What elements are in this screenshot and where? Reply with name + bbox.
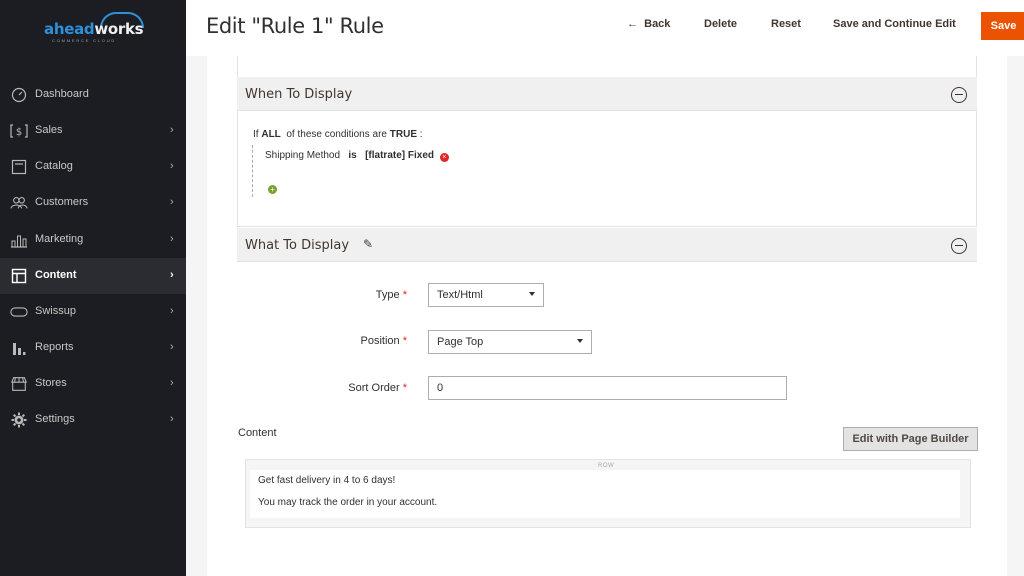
dashboard-icon (10, 86, 28, 104)
reset-button[interactable]: Reset (771, 18, 801, 30)
condition-indent-line (252, 145, 253, 197)
when-to-display-header[interactable]: When To Display (237, 77, 977, 111)
edit-with-page-builder-button[interactable]: Edit with Page Builder (843, 427, 978, 451)
position-label: Position * (360, 335, 407, 347)
chevron-right-icon: › (170, 233, 174, 245)
page-header: Edit "Rule 1" Rule ← Back Delete Reset S… (186, 0, 1024, 56)
remove-condition-icon[interactable]: × (439, 153, 449, 162)
sidebar-item-label: Sales (35, 124, 63, 136)
sidebar-item-content[interactable]: Content › (0, 258, 186, 294)
chevron-right-icon: › (170, 196, 174, 208)
chevron-right-icon: › (170, 305, 174, 317)
sort-order-input[interactable]: 0 (428, 376, 787, 400)
sidebar-item-label: Dashboard (35, 88, 89, 100)
sidebar-item-label: Swissup (35, 305, 76, 317)
delete-button[interactable]: Delete (704, 18, 737, 30)
content-line-1: Get fast delivery in 4 to 6 days! (258, 475, 396, 486)
save-continue-button[interactable]: Save and Continue Edit (833, 18, 956, 30)
chevron-right-icon: › (170, 341, 174, 353)
sidebar-item-stores[interactable]: Stores › (0, 366, 186, 402)
stores-icon (10, 375, 28, 393)
sidebar-item-settings[interactable]: Settings › (0, 402, 186, 438)
type-select[interactable]: Text/Html (428, 283, 544, 307)
sidebar-item-catalog[interactable]: Catalog › (0, 149, 186, 185)
catalog-icon (10, 158, 28, 176)
svg-text:$: $ (16, 127, 22, 138)
dollar-icon: $ (10, 122, 28, 140)
marketing-icon (10, 231, 28, 249)
previous-section-box (237, 56, 977, 78)
arrow-left-icon: ← (627, 18, 638, 30)
reports-icon (10, 339, 28, 357)
logo-subtitle: COMMERCE CLOUD (52, 38, 117, 43)
type-label: Type * (375, 289, 407, 301)
page-title: Edit "Rule 1" Rule (206, 14, 384, 38)
sidebar-item-reports[interactable]: Reports › (0, 330, 186, 366)
condition-rule: Shipping Method is [flatrate] Fixed × (265, 150, 449, 162)
gear-icon (10, 411, 28, 429)
swissup-icon (10, 303, 28, 321)
dropdown-arrow-icon (577, 339, 583, 343)
chevron-right-icon: › (170, 160, 174, 172)
conditions-statement: If ALL of these conditions are TRUE : (253, 129, 423, 140)
row-tag: ROW (598, 463, 615, 469)
conditions-box: If ALL of these conditions are TRUE : Sh… (237, 111, 977, 227)
what-to-display-header[interactable]: What To Display ✎ (237, 228, 977, 262)
dropdown-arrow-icon (529, 292, 535, 296)
condition-attribute: Shipping Method (265, 150, 341, 161)
chevron-right-icon: › (170, 413, 174, 425)
sidebar-item-customers[interactable]: Customers › (0, 185, 186, 221)
pencil-icon[interactable]: ✎ (363, 237, 373, 251)
sidebar-item-label: Marketing (35, 233, 84, 245)
logo[interactable]: aheadworks COMMERCE CLOUD (0, 0, 186, 58)
section-title: What To Display (245, 238, 350, 253)
sidebar-item-label: Settings (35, 413, 75, 425)
sort-order-label: Sort Order * (348, 382, 407, 394)
sidebar: aheadworks COMMERCE CLOUD Dashboard $ Sa… (0, 0, 186, 576)
collapse-icon[interactable] (951, 238, 967, 254)
sidebar-item-sales[interactable]: $ Sales › (0, 113, 186, 149)
sidebar-item-dashboard[interactable]: Dashboard (0, 77, 186, 113)
aggregator-toggle[interactable]: ALL (261, 129, 280, 140)
page-builder-preview[interactable]: ROW Get fast delivery in 4 to 6 days! Yo… (245, 459, 971, 528)
sidebar-item-label: Stores (35, 377, 67, 389)
customers-icon (10, 194, 28, 212)
save-button[interactable]: Save (981, 12, 1024, 40)
add-condition-icon[interactable]: + (268, 185, 277, 194)
main-content: When To Display If ALL of these conditio… (207, 56, 1007, 576)
page-builder-row[interactable]: Get fast delivery in 4 to 6 days! You ma… (250, 470, 960, 518)
position-select[interactable]: Page Top (428, 330, 592, 354)
sidebar-item-swissup[interactable]: Swissup › (0, 294, 186, 330)
condition-operator[interactable]: is (348, 150, 356, 161)
logo-text: aheadworks (44, 20, 144, 38)
sidebar-item-label: Reports (35, 341, 74, 353)
back-button[interactable]: ← Back (627, 18, 670, 30)
sidebar-item-marketing[interactable]: Marketing › (0, 222, 186, 258)
chevron-right-icon: › (170, 124, 174, 136)
chevron-right-icon: › (170, 269, 174, 281)
content-label: Content (238, 427, 277, 439)
value-toggle[interactable]: TRUE (390, 129, 417, 140)
collapse-icon[interactable] (951, 87, 967, 103)
section-title: When To Display (245, 87, 353, 102)
condition-value[interactable]: [flatrate] Fixed (365, 150, 434, 161)
chevron-right-icon: › (170, 377, 174, 389)
sidebar-item-label: Content (35, 269, 77, 281)
content-icon (10, 267, 28, 285)
sidebar-item-label: Customers (35, 196, 89, 208)
content-line-2: You may track the order in your account. (258, 497, 438, 508)
sidebar-item-label: Catalog (35, 160, 73, 172)
